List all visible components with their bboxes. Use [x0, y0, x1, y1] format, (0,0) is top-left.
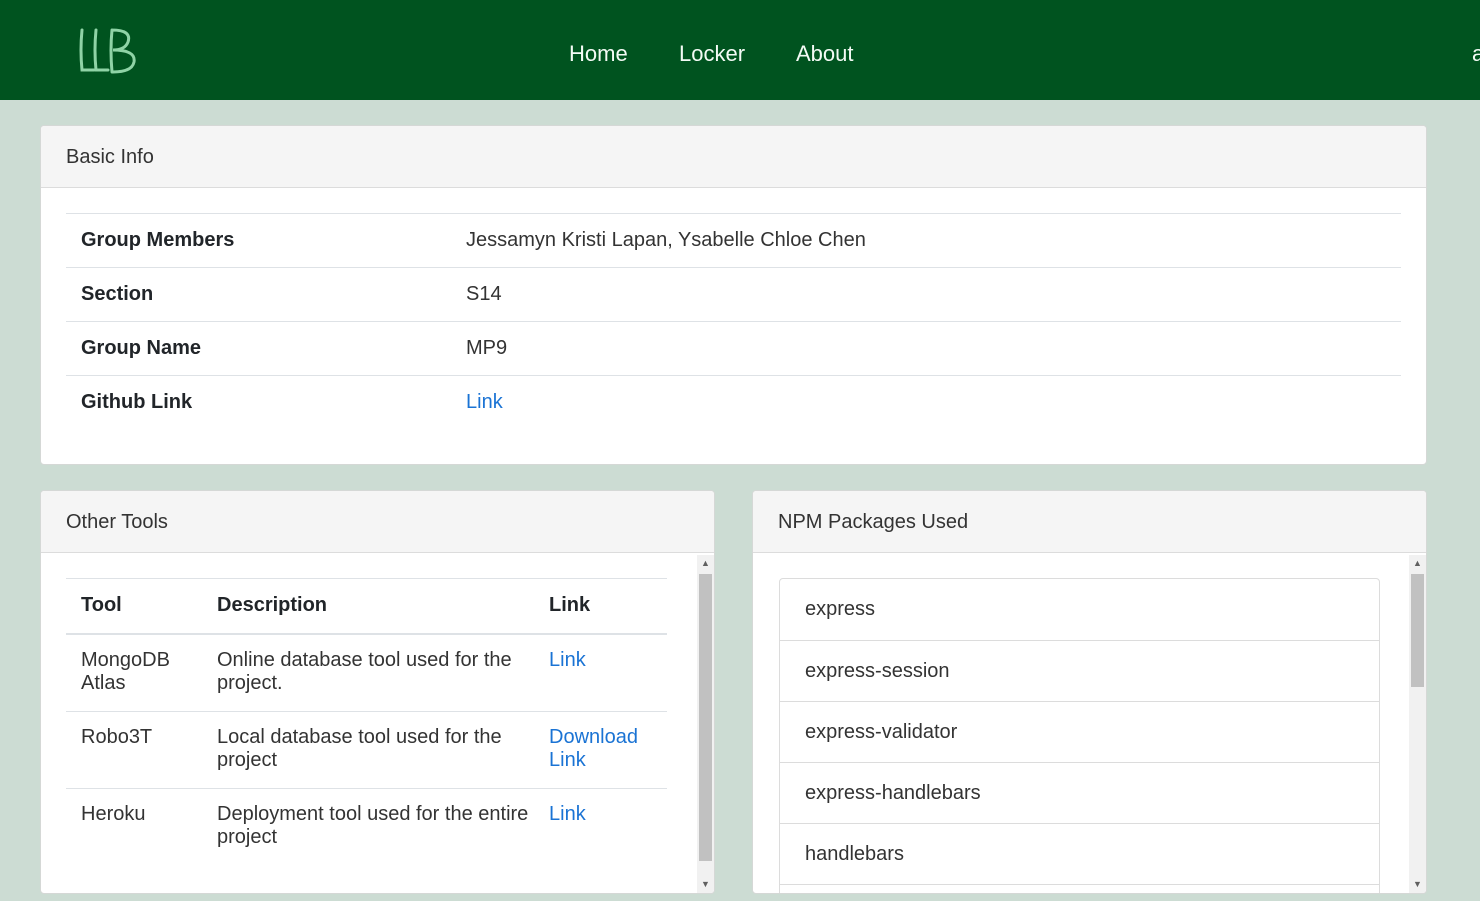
other-tools-header: Other Tools	[41, 491, 714, 553]
github-link-label: Github Link	[66, 375, 466, 430]
scroll-down-arrow-icon[interactable]: ▼	[1409, 876, 1426, 893]
basic-info-table: Group Members Jessamyn Kristi Lapan, Ysa…	[66, 213, 1401, 430]
table-row: Heroku Deployment tool used for the enti…	[66, 787, 667, 865]
tool-link[interactable]: Link	[549, 803, 586, 825]
scrollbar-thumb[interactable]	[699, 574, 712, 861]
tool-link[interactable]: Download Link	[549, 726, 638, 771]
list-item: express	[805, 598, 876, 620]
basic-info-card: Basic Info Group Members Jessamyn Kristi…	[40, 125, 1427, 465]
tool-description: Online database tool used for the projec…	[217, 648, 512, 694]
other-tools-scroll-area[interactable]: Tool Description Link MongoDB Atlas Onli…	[41, 553, 714, 893]
npm-packages-list: express express-session express-validato…	[779, 578, 1380, 893]
tool-description: Deployment tool used for the entire proj…	[202, 787, 534, 865]
list-item: express-handlebars	[780, 762, 1379, 823]
group-name-value: MP9	[466, 321, 1401, 376]
table-row: Section S14	[66, 267, 1401, 322]
column-header-tool: Tool	[66, 578, 202, 635]
nav-about-link[interactable]: About	[796, 40, 854, 68]
npm-packages-header: NPM Packages Used	[753, 491, 1426, 553]
table-row: Group Name MP9	[66, 321, 1401, 376]
tool-link[interactable]: Link	[549, 649, 586, 671]
table-header-row: Tool Description Link	[66, 578, 667, 635]
tool-description: Local database tool used for the project	[202, 710, 534, 788]
other-tools-table: Tool Description Link MongoDB Atlas Onli…	[66, 578, 667, 865]
section-value: S14	[466, 267, 1401, 322]
list-item: express-validator	[780, 701, 1379, 762]
group-members-label: Group Members	[66, 213, 466, 268]
npm-packages-card: NPM Packages Used express express-sessio…	[752, 490, 1427, 894]
column-header-description: Description	[202, 578, 534, 635]
tool-name: Heroku	[66, 787, 202, 865]
list-item: handlebars	[780, 823, 1379, 884]
scroll-up-arrow-icon[interactable]: ▲	[1409, 555, 1426, 572]
table-row: Group Members Jessamyn Kristi Lapan, Ysa…	[66, 213, 1401, 268]
nav-cutoff-text: a	[1472, 41, 1480, 66]
nav-home-link[interactable]: Home	[569, 40, 628, 68]
group-name-label: Group Name	[66, 321, 466, 376]
tool-name: Robo3T	[66, 710, 202, 788]
npm-packages-scrollbar[interactable]: ▲ ▼	[1409, 555, 1426, 893]
group-members-value: Jessamyn Kristi Lapan, Ysabelle Chloe Ch…	[466, 213, 1401, 268]
other-tools-scrollbar[interactable]: ▲ ▼	[697, 555, 714, 893]
basic-info-header: Basic Info	[41, 126, 1426, 188]
scrollbar-thumb[interactable]	[1411, 574, 1424, 687]
table-row: Github Link Link	[66, 375, 1401, 430]
top-navbar: Home Locker About a	[0, 0, 1480, 100]
table-row: Robo3T Local database tool used for the …	[66, 710, 667, 788]
scroll-down-arrow-icon[interactable]: ▼	[697, 876, 714, 893]
tool-name: MongoDB Atlas	[81, 648, 170, 694]
npm-packages-scroll-area[interactable]: express express-session express-validato…	[753, 553, 1426, 893]
section-label: Section	[66, 267, 466, 322]
nav-locker-link[interactable]: Locker	[679, 40, 745, 68]
list-item	[780, 884, 1379, 893]
llb-logo[interactable]	[76, 26, 140, 78]
other-tools-card: Other Tools Tool Description Link MongoD…	[40, 490, 715, 894]
scroll-up-arrow-icon[interactable]: ▲	[697, 555, 714, 572]
column-header-link: Link	[534, 578, 667, 635]
list-item: express-session	[780, 640, 1379, 701]
github-link[interactable]: Link	[466, 391, 503, 413]
table-row: MongoDB Atlas Online database tool used …	[66, 634, 667, 712]
